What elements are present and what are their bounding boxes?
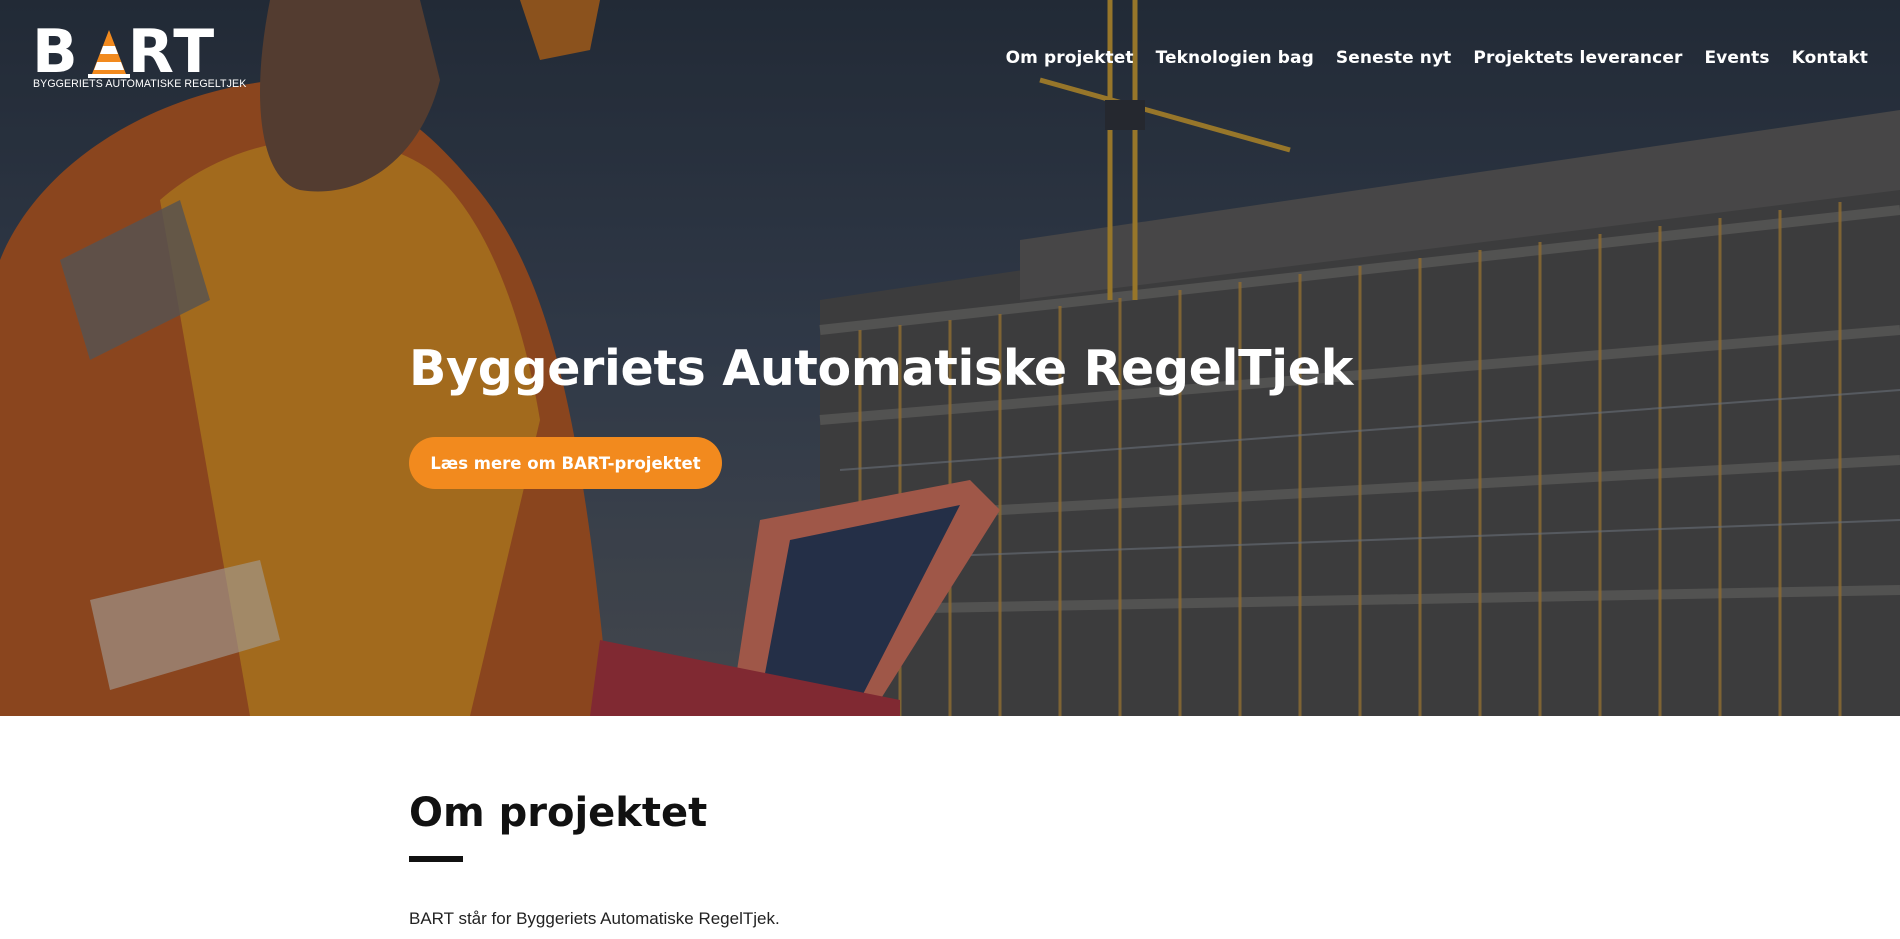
hero-section: B RT BYGGERIETS AUTOMATISKE REGELTJEK Om … [0,0,1900,716]
nav-item-om-projektet[interactable]: Om projektet [1006,48,1134,68]
logo-subtitle: BYGGERIETS AUTOMATISKE REGELTJEK [33,78,247,90]
hero-title: Byggeriets Automatiske RegelTjek [409,340,1353,397]
section-title-underline [409,856,463,862]
nav-item-projektets-leverancer[interactable]: Projektets leverancer [1473,48,1682,68]
nav-item-events[interactable]: Events [1704,48,1769,68]
nav-item-teknologien-bag[interactable]: Teknologien bag [1156,48,1314,68]
about-section-title: Om projektet [409,790,708,836]
nav-item-seneste-nyt[interactable]: Seneste nyt [1336,48,1452,68]
traffic-cone-icon [88,30,130,78]
main-navigation: Om projektet Teknologien bag Seneste nyt… [1006,48,1868,68]
site-logo[interactable]: B RT BYGGERIETS AUTOMATISKE REGELTJEK [32,22,246,92]
nav-item-kontakt[interactable]: Kontakt [1792,48,1868,68]
read-more-button[interactable]: Læs mere om BART-projektet [409,437,722,489]
about-intro-text: BART står for Byggeriets Automatiske Reg… [409,909,780,928]
